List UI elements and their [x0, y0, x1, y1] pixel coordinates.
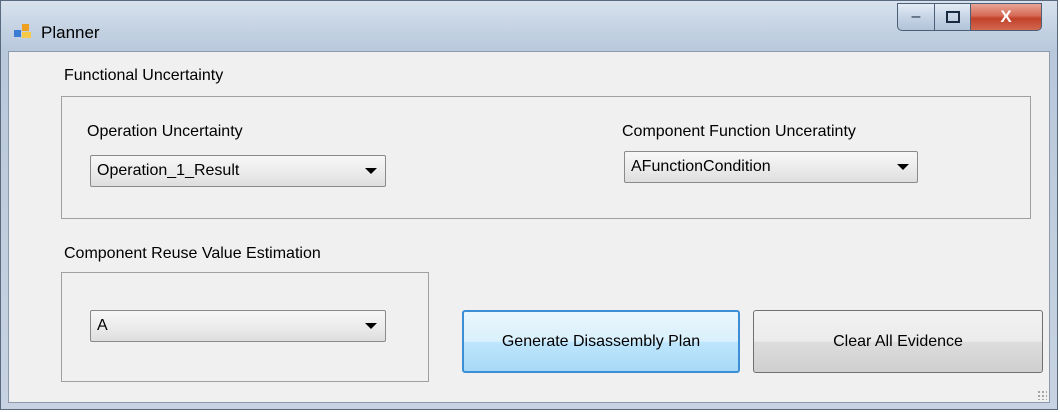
window-title: Planner: [41, 23, 100, 42]
reuse-value-value: A: [97, 317, 108, 334]
planner-app-icon: [14, 24, 31, 38]
operation-uncertainty-dropdown[interactable]: Operation_1_Result: [90, 155, 386, 187]
close-icon: X: [1000, 7, 1012, 26]
functional-uncertainty-group: Operation Uncertainty Operation_1_Result…: [61, 96, 1031, 219]
maximize-icon: [945, 11, 960, 23]
close-button[interactable]: X: [970, 3, 1042, 31]
component-function-dropdown[interactable]: AFunctionCondition: [624, 151, 918, 183]
chevron-down-icon: [365, 168, 377, 174]
reuse-value-dropdown[interactable]: A: [90, 310, 386, 342]
component-function-label: Component Function Unceratinty: [622, 123, 856, 140]
title-bar[interactable]: Planner – X: [1, 1, 1057, 51]
operation-uncertainty-value: Operation_1_Result: [97, 162, 240, 179]
maximize-button[interactable]: [934, 3, 971, 31]
reuse-value-label: Component Reuse Value Estimation: [64, 245, 321, 262]
chevron-down-icon: [897, 164, 909, 170]
minimize-icon: –: [911, 8, 921, 25]
resize-grip[interactable]: [1037, 390, 1047, 400]
chevron-down-icon: [365, 323, 377, 329]
minimize-button[interactable]: –: [897, 3, 935, 31]
client-area: Functional Uncertainty Operation Uncerta…: [8, 51, 1050, 403]
planner-window: Planner – X Functional Uncertainty Opera…: [0, 0, 1058, 410]
reuse-value-group: A: [61, 272, 429, 382]
functional-uncertainty-label: Functional Uncertainty: [64, 67, 224, 84]
clear-all-evidence-button[interactable]: Clear All Evidence: [753, 310, 1043, 373]
operation-uncertainty-label: Operation Uncertainty: [87, 123, 243, 140]
generate-disassembly-plan-button[interactable]: Generate Disassembly Plan: [462, 310, 740, 373]
component-function-value: AFunctionCondition: [631, 158, 771, 175]
